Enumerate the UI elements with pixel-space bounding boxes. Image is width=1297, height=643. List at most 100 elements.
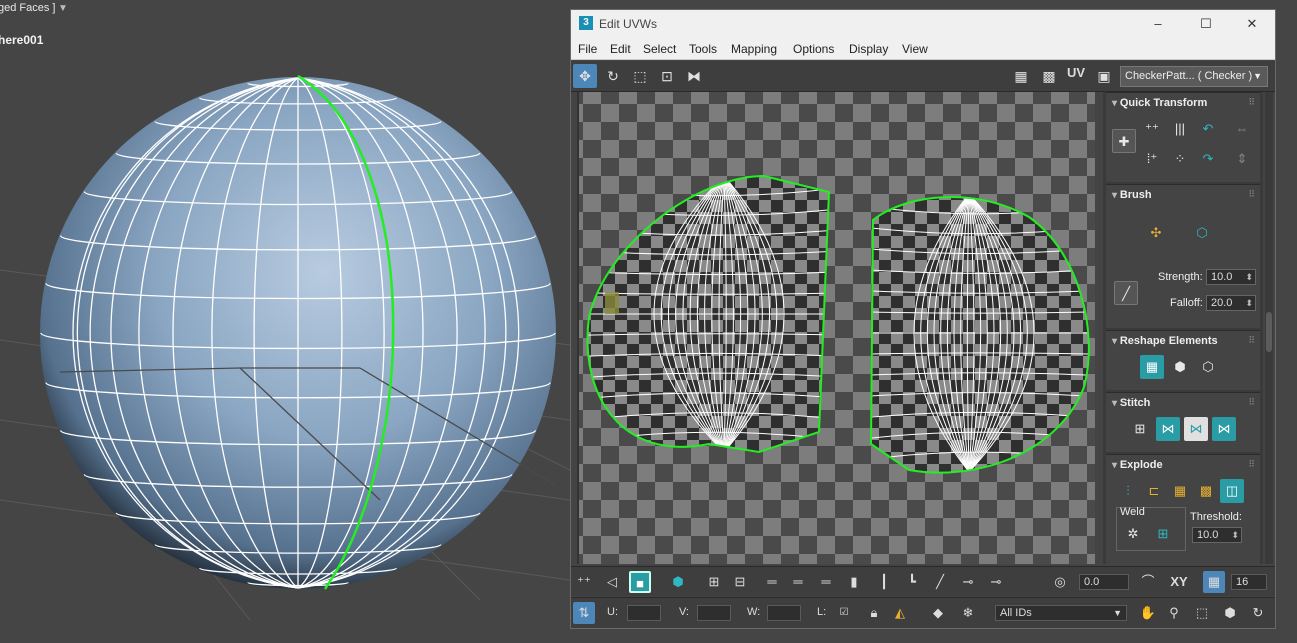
stitch-title[interactable]: Stitch: [1112, 397, 1151, 409]
menu-tools[interactable]: Tools: [689, 42, 717, 56]
align-horizontal-icon[interactable]: ⁺⁺: [1140, 117, 1164, 141]
paint-move-brush-icon[interactable]: ✣: [1144, 221, 1168, 245]
menu-view[interactable]: View: [902, 42, 928, 56]
falloff-spinner[interactable]: 20.0: [1206, 295, 1256, 311]
detach-icon[interactable]: ⊏: [1142, 479, 1166, 503]
uv-layout[interactable]: [579, 92, 1095, 564]
minimize-button[interactable]: –: [1145, 13, 1171, 35]
sphere-mesh[interactable]: [0, 0, 570, 643]
lock-checkbox-icon[interactable]: ☑: [833, 602, 855, 624]
close-button[interactable]: ✕: [1239, 13, 1265, 35]
brush-title[interactable]: Brush: [1112, 189, 1152, 201]
falloff-curve-icon[interactable]: ╱: [1114, 281, 1138, 305]
zoom-icon[interactable]: ⚲: [1163, 602, 1185, 624]
flatten-by-smoothing-icon[interactable]: ▩: [1194, 479, 1218, 503]
weld-selected-icon[interactable]: ✲: [1121, 522, 1145, 546]
texture-settings-icon[interactable]: ▣: [1092, 64, 1116, 88]
scale-icon[interactable]: ⬚: [628, 64, 652, 88]
rotate-angle-icon[interactable]: ◎: [1049, 571, 1071, 593]
mirror-icon[interactable]: ⧓: [682, 64, 706, 88]
grow-selection-icon[interactable]: ⊞: [703, 571, 725, 593]
u-field[interactable]: [627, 605, 661, 621]
point-to-point-icon[interactable]: ┃: [873, 571, 895, 593]
flatten-by-material-icon[interactable]: ◫: [1220, 479, 1244, 503]
edit-uvws-window[interactable]: 3 Edit UVWs – ☐ ✕ File Edit Select Tools…: [570, 9, 1276, 629]
align-point-icon[interactable]: ⁞⁺: [1140, 147, 1164, 171]
stitch-to-source-icon[interactable]: ⋈: [1156, 417, 1180, 441]
align-vertical-icon[interactable]: |||: [1168, 117, 1192, 141]
rotate-icon[interactable]: ↻: [601, 64, 625, 88]
rotate-ccw-icon[interactable]: ↶: [1196, 117, 1220, 141]
maximize-button[interactable]: ☐: [1193, 13, 1219, 35]
flatten-by-polygon-icon[interactable]: ▦: [1168, 479, 1192, 503]
soft-select-falloff-icon[interactable]: ⊸: [985, 571, 1007, 593]
uv-editor-canvas[interactable]: [577, 92, 1095, 564]
soft-select-icon[interactable]: ⊸: [957, 571, 979, 593]
relax-brush-icon[interactable]: ⬡: [1190, 221, 1214, 245]
explode-section: Explode ⠿ ⫶ ⊏ ▦ ▩ ◫ Weld ✲ ⊞ Threshold: …: [1106, 454, 1260, 564]
menu-file[interactable]: File: [578, 42, 597, 56]
scroll-thumb[interactable]: [1266, 312, 1272, 352]
shrink-selection-icon[interactable]: ⊟: [729, 571, 751, 593]
quick-transform-title[interactable]: Quick Transform: [1112, 97, 1207, 109]
move-icon[interactable]: ✥: [573, 64, 597, 88]
menu-select[interactable]: Select: [643, 42, 676, 56]
edge-mode-icon[interactable]: ◁: [601, 571, 623, 593]
axis-label[interactable]: XY: [1165, 571, 1193, 593]
curve-icon[interactable]: ⌒: [1137, 571, 1159, 593]
menu-mapping[interactable]: Mapping: [731, 42, 777, 56]
ring-grow-icon[interactable]: ▮: [843, 571, 865, 593]
title-bar[interactable]: 3 Edit UVWs – ☐ ✕: [571, 10, 1275, 38]
element-mode-icon[interactable]: ⬢: [667, 571, 689, 593]
texture-dropdown[interactable]: CheckerPatt... ( Checker ) ▼: [1120, 66, 1268, 87]
weld-target-icon[interactable]: ⊞: [1151, 522, 1175, 546]
texture-display-icon[interactable]: ▩: [1037, 64, 1061, 88]
grid-snap-icon[interactable]: ▦: [1203, 571, 1225, 593]
edge-select-icon[interactable]: ┗: [901, 571, 923, 593]
show-icon[interactable]: ◆: [927, 602, 949, 624]
flip-vertical-icon[interactable]: ⇕: [1230, 147, 1254, 171]
face-mode-icon[interactable]: ■: [629, 571, 651, 593]
v-field[interactable]: [697, 605, 731, 621]
reshape-elements-section: Reshape Elements ⠿ ▦ ⬢ ⬡: [1106, 330, 1260, 390]
relax-icon[interactable]: ⬢: [1168, 355, 1192, 379]
transform-mode-icon[interactable]: ⇅: [573, 602, 595, 624]
reshape-elements-title[interactable]: Reshape Elements: [1112, 335, 1218, 347]
menu-display[interactable]: Display: [849, 42, 888, 56]
menu-edit[interactable]: Edit: [610, 42, 631, 56]
rotate-value-field[interactable]: 0.0: [1079, 574, 1129, 590]
loop-icon[interactable]: ═: [761, 571, 783, 593]
checker-display-icon[interactable]: ▦: [1009, 64, 1033, 88]
break-icon[interactable]: ⫶: [1116, 479, 1140, 503]
stitch-average-icon[interactable]: ⋈: [1184, 417, 1208, 441]
stitch-custom-icon[interactable]: ⊞: [1128, 417, 1152, 441]
pan-icon[interactable]: ✋: [1137, 602, 1159, 624]
strength-spinner[interactable]: 10.0: [1206, 269, 1256, 285]
zoom-region-icon[interactable]: ⬚: [1191, 602, 1213, 624]
stitch-to-target-icon[interactable]: ⋈: [1212, 417, 1236, 441]
straighten-icon[interactable]: ▦: [1140, 355, 1164, 379]
explode-title[interactable]: Explode: [1112, 459, 1163, 471]
vertical-scrollbar[interactable]: [1265, 92, 1273, 564]
paint-select-icon[interactable]: ╱: [929, 571, 951, 593]
grid-value-field[interactable]: 16: [1231, 574, 1267, 590]
relax-settings-icon[interactable]: ⬡: [1196, 355, 1220, 379]
freeze-icon[interactable]: ❄: [957, 602, 979, 624]
ring-icon[interactable]: ═: [815, 571, 837, 593]
loop-grow-icon[interactable]: ═: [787, 571, 809, 593]
ids-dropdown[interactable]: All IDs ▼: [995, 605, 1127, 621]
flip-horizontal-icon[interactable]: ⇔: [1230, 117, 1254, 141]
threshold-spinner[interactable]: 10.0: [1192, 527, 1242, 543]
spacing-icon[interactable]: ⁘: [1168, 147, 1192, 171]
w-field[interactable]: [767, 605, 801, 621]
vertex-mode-icon[interactable]: ⁺⁺: [573, 571, 595, 593]
zoom-extents-icon[interactable]: ⬢: [1219, 602, 1241, 624]
menu-options[interactable]: Options: [793, 42, 834, 56]
lock-icon[interactable]: 🔒︎: [863, 602, 885, 624]
pivot-icon[interactable]: ✚: [1112, 129, 1136, 153]
freeform-icon[interactable]: ⊡: [655, 64, 679, 88]
hide-icon[interactable]: ◭: [889, 602, 911, 624]
uv-space-label[interactable]: UV: [1067, 65, 1085, 80]
rotate-cw-icon[interactable]: ↷: [1196, 147, 1220, 171]
snap-icon[interactable]: ↻: [1247, 602, 1269, 624]
